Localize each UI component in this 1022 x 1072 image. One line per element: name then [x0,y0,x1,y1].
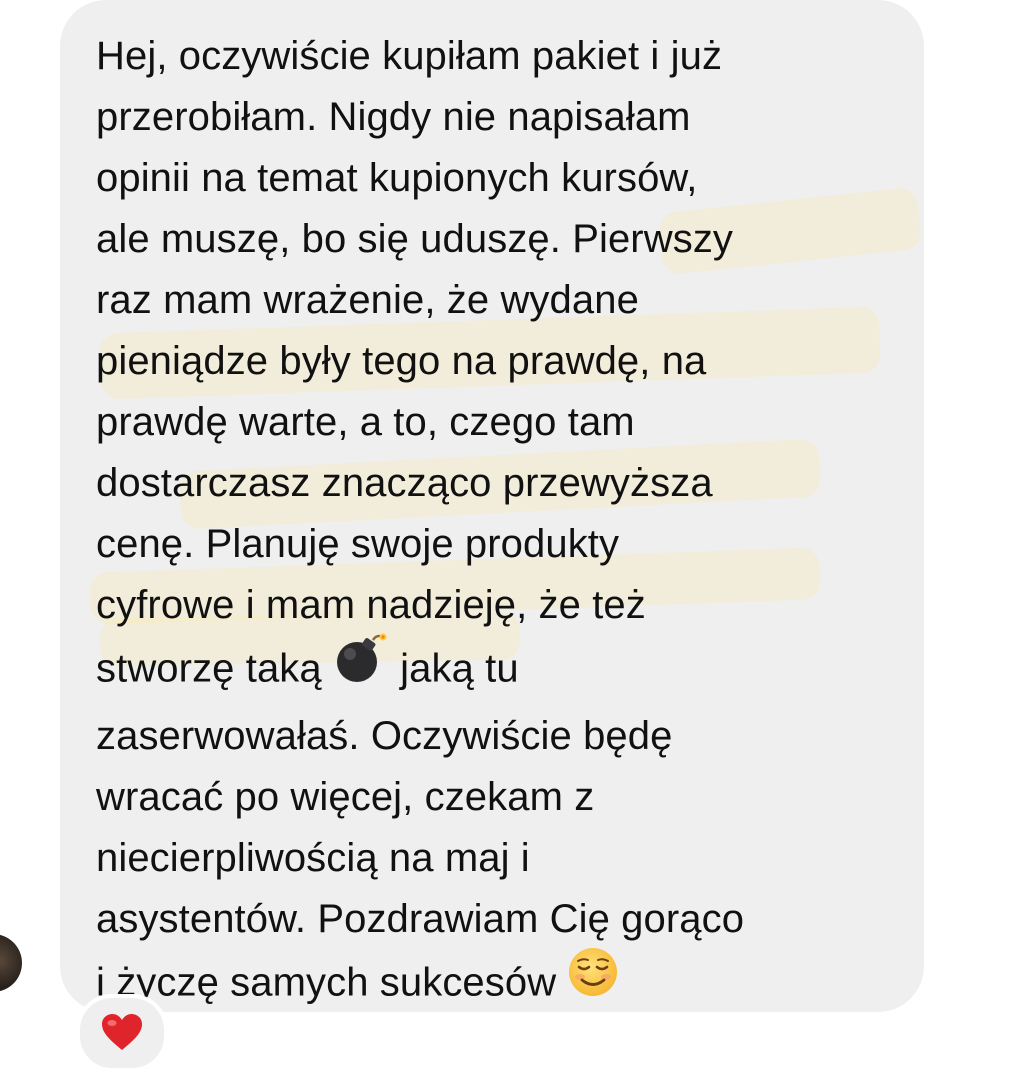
message-line: niecierpliwością na maj i [96,836,530,880]
message-line: wracać po więcej, czekam z [96,775,595,819]
message-line: asystentów. Pozdrawiam Cię gorąco [96,897,745,941]
message-text: Hej, oczywiście kupiłam pakiet i już prz… [96,26,916,1012]
heart-reaction[interactable] [76,994,168,1072]
message-line-with-emoji: stworzę taką jaką tu [96,633,916,706]
message-line: opinii na temat kupionych kursów, [96,156,698,200]
avatar[interactable] [0,934,22,992]
message-line-with-emoji: i życzę samych sukcesów [96,948,916,1012]
message-line: pieniądze były tego na prawdę, na [96,339,707,383]
message-line: zaserwowałaś. Oczywiście będę [96,714,673,758]
smiling-face-icon [567,946,619,1012]
message-line: cenę. Planuję swoje produkty [96,522,620,566]
message-line: dostarczasz znacząco przewyższa [96,461,713,505]
message-line: prawdę warte, a to, czego tam [96,400,635,444]
message-segment: stworzę taką [96,646,322,691]
bomb-icon [333,632,389,702]
message-line: przerobiłam. Nigdy nie napisałam [96,95,691,139]
message-line: cyfrowe i mam nadzieję, że też [96,583,646,627]
message-segment: i życzę samych sukcesów [96,960,557,1005]
heart-reaction-icon [100,1012,144,1052]
message-segment: jaką tu [400,646,519,691]
message-line: raz mam wrażenie, że wydane [96,278,639,322]
message-line: Hej, oczywiście kupiłam pakiet i już [96,34,723,78]
message-bubble[interactable]: Hej, oczywiście kupiłam pakiet i już prz… [60,0,924,1012]
message-line: ale muszę, bo się uduszę. Pierwszy [96,217,734,261]
